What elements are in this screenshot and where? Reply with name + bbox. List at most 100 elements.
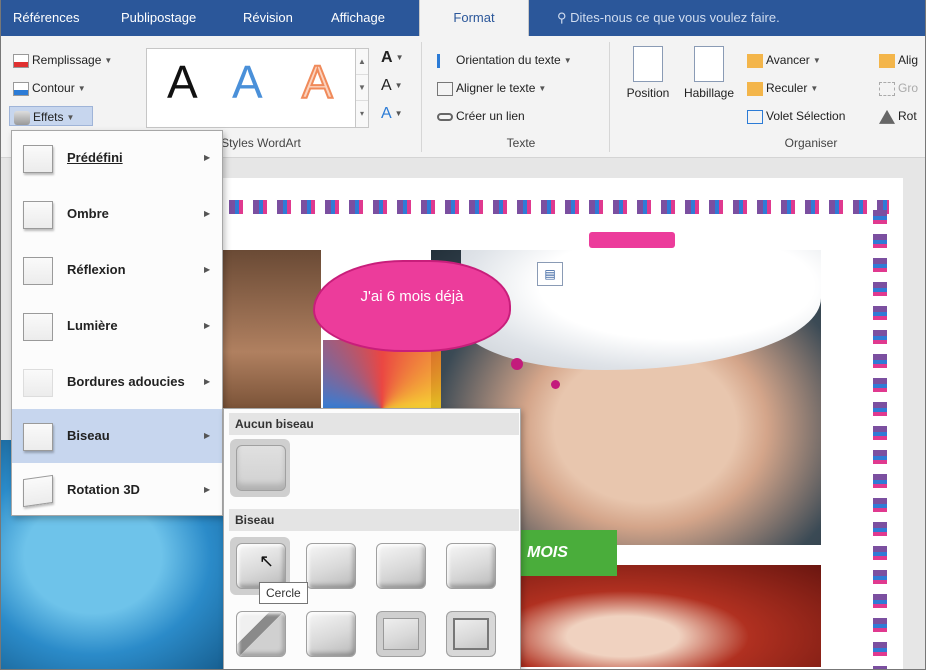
cloud-text: J'ai 6 mois déjà <box>360 288 464 305</box>
align-button[interactable]: Alig <box>879 50 918 70</box>
tab-review[interactable]: Révision <box>243 0 293 36</box>
tell-me-text: Dites-nous ce que vous voulez faire. <box>570 10 780 25</box>
group-button[interactable]: Gro <box>879 78 918 98</box>
bevel-relaxed-inset-option[interactable] <box>300 537 360 595</box>
align-text-icon <box>437 81 453 96</box>
scroll-up-icon[interactable]: ▲ <box>356 49 368 75</box>
position-button[interactable]: Position <box>619 46 677 100</box>
layout-options-icon[interactable]: ▤ <box>537 262 563 286</box>
menu-item-label: Ombre <box>67 206 109 221</box>
outline-label: Contour <box>32 81 75 95</box>
no-bevel-header: Aucun biseau <box>229 413 519 435</box>
bevel-angle-option[interactable] <box>230 605 290 663</box>
menu-item-bevel[interactable]: Biseau ▶ <box>12 409 222 463</box>
text-fill-icon[interactable]: A ▼ <box>381 48 403 68</box>
chevron-down-icon: ▼ <box>104 55 113 65</box>
paint-bucket-icon <box>13 53 29 68</box>
effects-button[interactable]: Effets ▼ <box>9 106 93 126</box>
bring-forward-icon <box>747 53 763 68</box>
decorative-border-right <box>873 210 887 669</box>
text-group-label: Texte <box>506 136 536 150</box>
bevel-convex-option[interactable] <box>370 605 430 663</box>
create-link-label: Créer un lien <box>456 109 525 123</box>
bring-forward-label: Avancer <box>766 53 810 67</box>
pen-outline-icon <box>13 81 29 96</box>
align-label: Alig <box>898 53 919 67</box>
fill-button[interactable]: Remplissage ▼ <box>13 50 112 70</box>
chevron-down-icon: ▼ <box>77 83 86 93</box>
menu-item-glow[interactable]: Lumière ▶ <box>12 299 222 353</box>
wordart-sample-blue[interactable]: A <box>232 55 263 109</box>
selection-pane-label: Volet Sélection <box>766 109 846 123</box>
align-text-label: Aligner le texte <box>456 81 536 95</box>
link-icon <box>437 112 453 121</box>
text-direction-label: Orientation du texte <box>456 53 561 67</box>
scroll-down-icon[interactable]: ▼ <box>356 75 368 101</box>
cloud-callout[interactable]: J'ai 6 mois déjà <box>313 260 511 352</box>
gallery-more-icon[interactable]: ▾ <box>356 101 368 127</box>
selection-pane-button[interactable]: Volet Sélection <box>747 106 845 126</box>
bring-forward-button[interactable]: Avancer ▼ <box>747 50 821 70</box>
bevel-cool-slant-option[interactable] <box>440 537 500 595</box>
tell-me-box[interactable]: ⚲ Dites-nous ce que vous voulez faire. <box>557 0 780 36</box>
rotate-button[interactable]: Rot <box>879 106 917 126</box>
submenu-arrow-icon: ▶ <box>204 209 211 218</box>
align-text-button[interactable]: Aligner le texte ▼ <box>437 78 546 98</box>
wordart-gallery[interactable]: A A A <box>146 48 366 128</box>
menu-item-preset[interactable]: Prédéfini ▶ <box>12 131 222 185</box>
submenu-arrow-icon: ▶ <box>204 265 211 274</box>
text-outline-icon[interactable]: A ▼ <box>381 76 403 96</box>
group-divider <box>421 42 422 152</box>
pink-bar-shape[interactable] <box>589 232 675 248</box>
wrap-text-button[interactable]: Habillage <box>678 46 740 100</box>
wrap-text-label: Habillage <box>683 86 735 100</box>
rotation-3d-icon <box>23 474 53 508</box>
menu-item-soft-edges[interactable]: Bordures adoucies ▶ <box>12 355 222 409</box>
word-window: Références Publipostage Révision Afficha… <box>0 0 926 670</box>
bevel-soft-round-icon <box>306 611 356 657</box>
preset-effect-icon <box>23 145 53 173</box>
bevel-cool-slant-icon <box>446 543 496 589</box>
bevel-slope-icon <box>446 611 496 657</box>
gallery-scroll[interactable]: ▲ ▼ ▾ <box>355 48 369 128</box>
menu-item-reflection[interactable]: Réflexion ▶ <box>12 243 222 297</box>
rotate-icon <box>879 109 895 124</box>
menu-item-label: Rotation 3D <box>67 482 140 497</box>
send-backward-label: Reculer <box>766 81 808 95</box>
group-label: Gro <box>898 81 919 95</box>
menu-item-label: Lumière <box>67 318 118 333</box>
ribbon-tab-bar: Références Publipostage Révision Afficha… <box>1 0 925 36</box>
tab-format[interactable]: Format <box>419 0 529 36</box>
bevel-cross-option[interactable] <box>370 537 430 595</box>
effects-label: Effets <box>33 110 64 124</box>
wordart-sample-orange[interactable]: A <box>301 55 334 109</box>
submenu-arrow-icon: ▶ <box>204 321 211 330</box>
shadow-effect-icon <box>23 201 53 229</box>
bevel-none-option[interactable] <box>230 439 290 497</box>
menu-item-label: Réflexion <box>67 262 126 277</box>
menu-item-3d-rotation[interactable]: Rotation 3D ▶ <box>12 463 222 517</box>
bevel-none-icon <box>236 445 286 491</box>
bevel-effect-icon <box>23 423 53 451</box>
glow-effect-icon <box>23 313 53 341</box>
bevel-soft-round-option[interactable] <box>300 605 360 663</box>
menu-item-label: Biseau <box>67 428 110 443</box>
wordart-sample-black[interactable]: A <box>167 55 198 109</box>
text-direction-button[interactable]: Orientation du texte ▼ <box>437 50 572 70</box>
rotate-label: Rot <box>898 109 917 123</box>
text-effects-icon[interactable]: A ▼ <box>381 104 403 124</box>
wrap-text-icon <box>694 46 724 82</box>
tab-references[interactable]: Références <box>13 0 79 36</box>
photo-red[interactable] <box>491 565 821 667</box>
align-objects-icon <box>879 53 895 68</box>
send-backward-button[interactable]: Reculer ▼ <box>747 78 818 98</box>
tab-view[interactable]: Affichage <box>331 0 385 36</box>
menu-item-shadow[interactable]: Ombre ▶ <box>12 187 222 241</box>
mouse-cursor-icon: ↖ <box>259 551 275 571</box>
mois-banner[interactable]: MOIS <box>519 530 617 576</box>
bevel-slope-option[interactable] <box>440 605 500 663</box>
bevel-header: Biseau <box>229 509 519 531</box>
create-link-button[interactable]: Créer un lien <box>437 106 525 126</box>
tab-mailings[interactable]: Publipostage <box>121 0 196 36</box>
outline-button[interactable]: Contour ▼ <box>13 78 86 98</box>
